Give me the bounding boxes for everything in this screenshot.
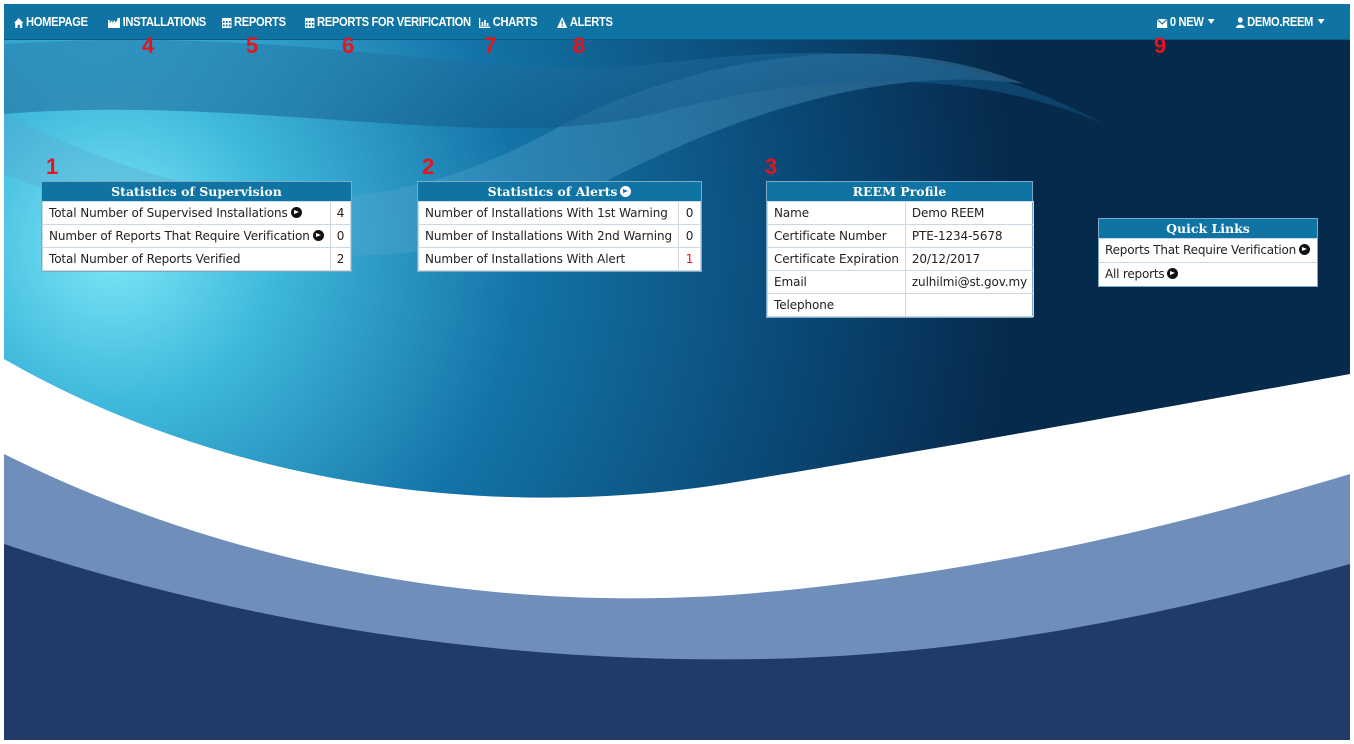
table-row: Name Demo REEM (767, 201, 1035, 225)
annotation-6: 6 (342, 33, 355, 58)
arrow-circle-right-icon[interactable] (1299, 244, 1311, 255)
row-label[interactable]: Number of Reports That Require Verificat… (42, 224, 331, 248)
user-icon (1236, 17, 1245, 28)
factory-icon (108, 18, 121, 28)
quick-links-panel: Quick Links Reports That Require Verific… (1098, 218, 1318, 287)
bar-chart-icon (479, 18, 491, 28)
profile-value: Demo REEM (904, 201, 1035, 225)
nav-installations-label: INSTALLATIONS (122, 14, 207, 29)
alerts-stats-panel: Statistics of Alerts Number of Installat… (417, 181, 702, 272)
table-row: Certificate Expiration 20/12/2017 (767, 247, 1035, 271)
table-row: Number of Installations With Alert 1 (418, 247, 701, 271)
home-icon (14, 18, 24, 28)
supervision-stats-table: Total Number of Supervised Installations… (42, 201, 352, 271)
row-value: 4 (329, 201, 352, 225)
nav-reports-label: REPORTS (234, 14, 286, 29)
annotation-9: 9 (1154, 33, 1167, 58)
quick-link-all-reports[interactable]: All reports (1099, 262, 1317, 286)
row-value: 1 (678, 247, 701, 271)
table-row[interactable]: Total Number of Supervised Installations… (42, 201, 352, 225)
profile-label: Certificate Expiration (767, 247, 906, 271)
nav-user-dropdown[interactable]: DEMO.REEM (1236, 4, 1325, 39)
page-frame: HOMEPAGE INSTALLATIONS REPORTS REPORTS F… (4, 4, 1350, 740)
table-row: Number of Installations With 2nd Warning… (418, 224, 701, 248)
nav-homepage-label: HOMEPAGE (26, 14, 88, 29)
table-row: Certificate Number PTE-1234-5678 (767, 224, 1035, 248)
annotation-2: 2 (422, 154, 435, 179)
row-value: 2 (329, 247, 352, 271)
reem-profile-panel: REEM Profile Name Demo REEM Certificate … (766, 181, 1035, 318)
table-row: Number of Installations With 1st Warning… (418, 201, 701, 225)
quick-link-reports-require-verification[interactable]: Reports That Require Verification (1099, 238, 1317, 262)
table-row: Email zulhilmi@st.gov.my (767, 270, 1035, 294)
arrow-circle-right-icon[interactable] (290, 207, 302, 218)
nav-messages-label: 0 NEW (1169, 14, 1204, 29)
calendar-icon (305, 18, 315, 28)
profile-label: Certificate Number (767, 224, 906, 248)
annotation-8: 8 (573, 33, 586, 58)
arrow-circle-right-icon[interactable] (620, 186, 632, 197)
row-label[interactable]: Total Number of Supervised Installations (42, 201, 331, 225)
profile-table: Name Demo REEM Certificate Number PTE-12… (767, 201, 1035, 317)
panel-title: Quick Links (1099, 219, 1317, 238)
alerts-panel-title-link[interactable]: Statistics of Alerts (418, 182, 701, 201)
profile-value: PTE-1234-5678 (904, 224, 1035, 248)
nav-alerts-label: ALERTS (569, 14, 613, 29)
reports-require-verification-label: Number of Reports That Require Verificat… (49, 229, 310, 243)
annotation-3: 3 (765, 154, 778, 179)
arrow-circle-right-icon[interactable] (1167, 268, 1179, 279)
quick-link-label: All reports (1105, 267, 1165, 281)
nav-installations[interactable]: INSTALLATIONS (108, 4, 206, 39)
chevron-down-icon (1317, 19, 1325, 24)
row-value: 0 (678, 201, 701, 225)
profile-value: 20/12/2017 (904, 247, 1035, 271)
quick-link-label: Reports That Require Verification (1105, 243, 1297, 257)
profile-label: Name (767, 201, 906, 225)
annotation-7: 7 (484, 33, 497, 58)
table-row[interactable]: Number of Reports That Require Verificat… (42, 224, 352, 248)
row-value: 0 (329, 224, 352, 248)
nav-user-label: DEMO.REEM (1247, 14, 1314, 29)
annotation-1: 1 (46, 154, 59, 179)
annotation-5: 5 (246, 33, 259, 58)
row-label: Number of Installations With 2nd Warning (418, 224, 679, 248)
profile-label: Telephone (767, 293, 906, 317)
chevron-down-icon (1207, 19, 1215, 24)
background-artwork (4, 4, 1350, 740)
warning-icon (557, 17, 568, 28)
annotation-4: 4 (142, 33, 155, 58)
nav-charts-label: CHARTS (492, 14, 538, 29)
top-navbar: HOMEPAGE INSTALLATIONS REPORTS REPORTS F… (4, 4, 1350, 40)
nav-homepage[interactable]: HOMEPAGE (14, 4, 88, 39)
arrow-circle-right-icon[interactable] (312, 230, 324, 241)
nav-reports-for-verification-label: REPORTS FOR VERIFICATION (317, 14, 471, 29)
panel-title: Statistics of Alerts (487, 184, 618, 199)
nav-reports-for-verification[interactable]: REPORTS FOR VERIFICATION (305, 4, 471, 39)
envelope-icon (1156, 18, 1168, 28)
supervision-stats-panel: Statistics of Supervision Total Number o… (41, 181, 352, 272)
calendar-icon (222, 18, 232, 28)
profile-value: zulhilmi@st.gov.my (904, 270, 1035, 294)
panel-title: REEM Profile (767, 182, 1032, 201)
row-label: Total Number of Reports Verified (42, 247, 331, 271)
supervised-installations-label: Total Number of Supervised Installations (49, 206, 288, 220)
row-label: Number of Installations With Alert (418, 247, 679, 271)
profile-value (904, 293, 1035, 317)
alerts-stats-table: Number of Installations With 1st Warning… (418, 201, 701, 271)
profile-label: Email (767, 270, 906, 294)
table-row: Total Number of Reports Verified 2 (42, 247, 352, 271)
row-label: Number of Installations With 1st Warning (418, 201, 679, 225)
panel-title: Statistics of Supervision (42, 182, 351, 201)
table-row: Telephone (767, 293, 1035, 317)
row-value: 0 (678, 224, 701, 248)
